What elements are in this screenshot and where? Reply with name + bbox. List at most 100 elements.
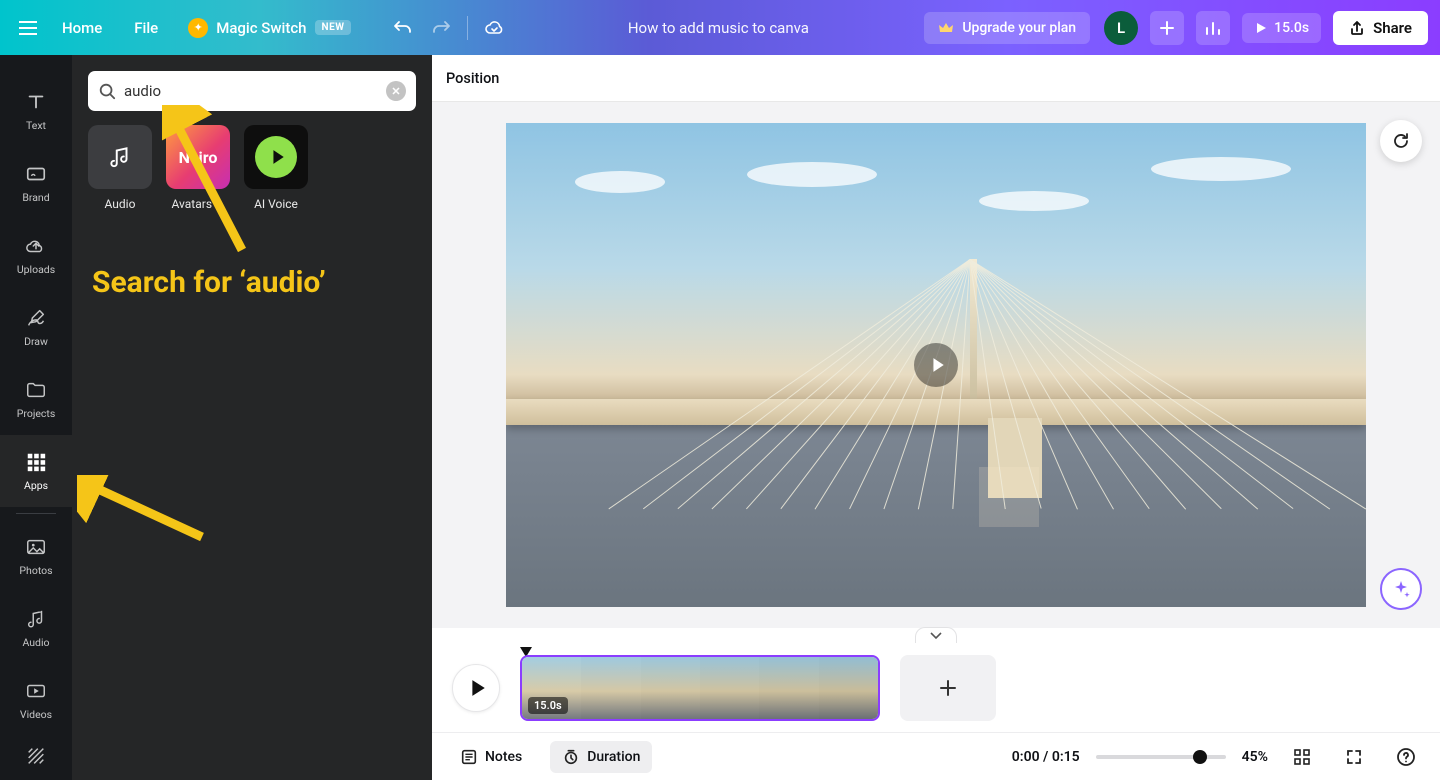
rail-label: Uploads [17,263,55,276]
annotation-text: Search for ‘audio’ [92,265,326,300]
share-button[interactable]: Share [1333,11,1428,45]
video-frame[interactable] [506,123,1366,607]
timeline-play-button[interactable] [452,664,500,712]
time-display: 0:00 / 0:15 [1012,749,1080,765]
result-thumb: Neiro [166,125,230,189]
canvas-stage[interactable] [432,102,1440,628]
add-member-button[interactable] [1150,11,1184,45]
rail-draw[interactable]: Draw [0,291,72,363]
rail-projects[interactable]: Projects [0,363,72,435]
audio-icon [25,608,47,630]
rail-uploads[interactable]: Uploads [0,219,72,291]
result-avatars[interactable]: Neiro Avatars ... [166,125,230,211]
rail-label: Draw [24,335,48,348]
rail-audio[interactable]: Audio [0,592,72,664]
share-label: Share [1373,19,1412,37]
search-field[interactable]: ✕ [88,71,416,111]
rail-text[interactable]: Text [0,75,72,147]
options-bar: Position [432,55,1440,102]
uploads-icon [25,235,47,257]
text-icon [25,91,47,113]
timeline-clip[interactable]: 15.0s [520,655,880,721]
zoom-level: 45% [1242,749,1268,765]
top-bar: Home File ✦ Magic Switch NEW How to add … [0,0,1440,55]
new-badge: NEW [315,20,352,35]
timeline-collapse [432,628,1440,644]
draw-icon [25,307,47,329]
annotation-arrow-icon [77,475,207,545]
play-overlay-icon[interactable] [914,343,958,387]
duration-button[interactable]: Duration [550,741,652,773]
fullscreen-icon[interactable] [1336,739,1372,775]
present-duration-label: 15.0s [1274,20,1309,36]
history-actions [385,10,512,46]
result-thumb [88,125,152,189]
rail-label: Audio [22,636,49,649]
videos-icon [25,680,47,702]
upgrade-label: Upgrade your plan [962,20,1076,36]
document-title[interactable]: How to add music to canva [608,19,829,37]
redo-icon[interactable] [423,10,459,46]
help-icon[interactable] [1388,739,1424,775]
slider-knob[interactable] [1193,750,1207,764]
zoom-slider[interactable] [1096,755,1226,759]
separator [467,16,468,40]
magic-switch-button[interactable]: ✦ Magic Switch NEW [176,12,363,44]
crown-icon [938,20,954,36]
rail-separator [16,513,56,514]
apps-icon [25,451,47,473]
analytics-icon[interactable] [1196,11,1230,45]
clock-icon [562,748,580,766]
rail-brand[interactable]: Brand [0,147,72,219]
position-button[interactable]: Position [446,70,499,87]
canvas-area: Position [432,55,1440,780]
hamburger-menu-icon[interactable] [12,12,44,44]
rail-photos[interactable]: Photos [0,520,72,592]
notes-label: Notes [485,749,522,765]
rail-label: Text [26,119,46,132]
main-body: Text Brand Uploads Draw Projects Apps Ph… [0,55,1440,780]
duration-label: Duration [587,749,640,765]
projects-icon [25,379,47,401]
clip-duration-label: 15.0s [528,697,568,714]
play-icon [1254,21,1268,35]
clear-search-icon[interactable]: ✕ [386,81,406,101]
result-label: AI Voice [244,197,308,211]
result-audio[interactable]: Audio [88,125,152,211]
add-clip-button[interactable] [900,655,996,721]
rail-label: Videos [20,708,52,721]
refresh-icon[interactable] [1380,120,1422,162]
file-button[interactable]: File [120,11,172,45]
background-icon [25,745,47,767]
present-duration-button[interactable]: 15.0s [1242,13,1321,43]
brand-icon [25,163,47,185]
undo-icon[interactable] [385,10,421,46]
rail-videos[interactable]: Videos [0,664,72,736]
search-icon [98,82,116,100]
music-note-icon [107,144,133,170]
bottom-bar: Notes Duration 0:00 / 0:15 45% [432,732,1440,780]
search-input[interactable] [124,82,378,100]
cloud-sync-icon[interactable] [476,10,512,46]
rail-apps[interactable]: Apps [0,435,72,507]
result-thumb [244,125,308,189]
search-results: Audio Neiro Avatars ... AI Voice [88,125,416,211]
notes-button[interactable]: Notes [448,741,534,773]
grid-view-icon[interactable] [1284,739,1320,775]
photos-icon [25,536,47,558]
result-label: Avatars ... [166,197,230,211]
avatar[interactable]: L [1104,11,1138,45]
rail-more[interactable] [0,736,72,776]
home-button[interactable]: Home [48,11,116,45]
upgrade-button[interactable]: Upgrade your plan [924,12,1090,44]
timeline: 15.0s [432,644,1440,732]
nav-rail: Text Brand Uploads Draw Projects Apps Ph… [0,55,72,780]
result-label: Audio [88,197,152,211]
magic-sparkle-icon[interactable] [1380,568,1422,610]
chevron-down-icon[interactable] [915,627,957,643]
notes-icon [460,748,478,766]
rail-label: Apps [24,479,48,492]
share-icon [1349,20,1365,36]
result-aivoice[interactable]: AI Voice [244,125,308,211]
play-icon [255,136,297,178]
